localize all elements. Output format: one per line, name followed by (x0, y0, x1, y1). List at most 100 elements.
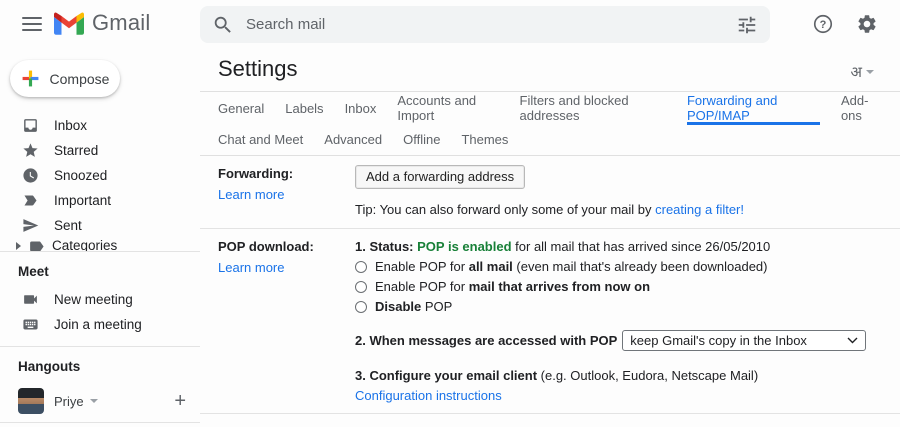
radio-icon[interactable] (355, 301, 367, 313)
search-bar[interactable] (200, 6, 770, 43)
tip-text: Tip: You can also forward only some of y… (355, 202, 655, 217)
forwarding-section: Forwarding: Learn more Add a forwarding … (200, 156, 900, 229)
settings-header: Settings अ (200, 48, 900, 92)
tab-themes[interactable]: Themes (461, 125, 508, 155)
compose-label: Compose (50, 71, 110, 87)
hangouts-user-name: Priye (54, 394, 84, 409)
pop-download-section: POP download: Learn more 1. Status: POP … (200, 229, 900, 414)
send-icon (22, 217, 39, 234)
label-icon (28, 238, 45, 251)
tab-add-ons[interactable]: Add-ons (841, 92, 882, 125)
expand-arrow-icon[interactable] (16, 242, 21, 250)
radio-enable-pop-from-now-on[interactable]: Enable POP for mail that arrives from no… (355, 279, 890, 295)
tab-forwarding-and-pop-imap[interactable]: Forwarding and POP/IMAP (687, 92, 820, 125)
input-tools-language-icon[interactable]: अ (851, 62, 874, 82)
hangouts-section-header: Hangouts (0, 347, 200, 382)
tab-advanced[interactable]: Advanced (324, 125, 382, 155)
radio-label: Enable POP for (375, 279, 469, 294)
pop-download-label: POP download: (218, 238, 355, 255)
sidebar-item-snoozed[interactable]: Snoozed (0, 163, 200, 188)
tab-inbox[interactable]: Inbox (345, 92, 377, 125)
settings-main: Settings अ General Labels Inbox Accounts… (200, 48, 900, 427)
radio-disable-pop[interactable]: Disable POP (355, 299, 890, 315)
sidebar-item-inbox[interactable]: Inbox (0, 113, 200, 138)
gmail-logo[interactable]: Gmail (54, 10, 150, 36)
pop-status-suffix: for all mail that has arrived since 26/0… (512, 239, 771, 254)
radio-label: Enable POP for (375, 259, 469, 274)
pop-status-line: 1. Status: POP is enabled for all mail t… (355, 238, 890, 255)
compose-button[interactable]: Compose (10, 60, 120, 97)
hangouts-user-row[interactable]: Priye + (0, 382, 200, 422)
gmail-settings-screen: Gmail ? Compose Inbox Starred (0, 0, 900, 427)
tab-accounts-and-import[interactable]: Accounts and Import (397, 92, 498, 125)
configuration-instructions-link[interactable]: Configuration instructions (355, 388, 502, 403)
sidebar-item-label: Categories (52, 238, 117, 251)
gmail-wordmark: Gmail (92, 10, 150, 36)
clock-icon (22, 167, 39, 184)
pop-status-prefix: 1. Status: (355, 239, 417, 254)
new-conversation-plus-icon[interactable]: + (174, 390, 186, 413)
pop-learn-more-link[interactable]: Learn more (218, 260, 284, 275)
settings-tabs-row2: Chat and Meet Advanced Offline Themes (200, 125, 900, 156)
search-icon (212, 14, 234, 36)
gmail-m-icon (54, 12, 84, 35)
sidebar-item-label: Join a meeting (54, 317, 142, 332)
configure-client-label: 3. Configure your email client (355, 368, 537, 383)
pop-status-value: POP is enabled (417, 239, 511, 254)
sidebar-item-important[interactable]: Important (0, 188, 200, 213)
chevron-down-icon (90, 399, 98, 403)
sidebar-item-starred[interactable]: Starred (0, 138, 200, 163)
search-input[interactable] (244, 15, 736, 34)
pop-when-label: 2. When messages are accessed with POP (355, 333, 617, 348)
sidebar-item-label: Snoozed (54, 168, 107, 183)
sidebar-item-sent[interactable]: Sent (0, 213, 200, 238)
imap-access-label: IMAP access: (218, 423, 355, 427)
sidebar-divider (0, 422, 200, 423)
settings-gear-icon[interactable] (856, 13, 878, 35)
forwarding-learn-more-link[interactable]: Learn more (218, 187, 284, 202)
sidebar-item-label: Sent (54, 218, 82, 233)
select-value: keep Gmail's copy in the Inbox (630, 333, 807, 348)
sidebar-item-join-meeting[interactable]: Join a meeting (0, 312, 200, 337)
language-glyph: अ (851, 62, 862, 82)
important-marker-icon (22, 192, 39, 209)
page-title: Settings (218, 56, 298, 82)
search-options-tune-icon[interactable] (736, 14, 758, 36)
chevron-down-icon (847, 337, 858, 344)
pop-action-select[interactable]: keep Gmail's copy in the Inbox (622, 330, 866, 351)
sidebar-item-new-meeting[interactable]: New meeting (0, 287, 200, 312)
top-bar: Gmail ? (0, 0, 900, 48)
meet-section-header: Meet (0, 252, 200, 287)
imap-access-section: IMAP access: (access Gmail from other cl… (200, 414, 900, 427)
sidebar-item-categories[interactable]: Categories (0, 238, 200, 251)
creating-a-filter-link[interactable]: creating a filter! (655, 202, 744, 217)
svg-text:?: ? (820, 19, 827, 31)
sidebar-item-label: New meeting (54, 292, 133, 307)
add-forwarding-address-button[interactable]: Add a forwarding address (355, 165, 525, 189)
radio-icon[interactable] (355, 281, 367, 293)
sidebar-item-label: Important (54, 193, 111, 208)
tab-labels[interactable]: Labels (285, 92, 323, 125)
sidebar-item-label: Starred (54, 143, 98, 158)
hamburger-menu-icon[interactable] (22, 14, 42, 34)
radio-enable-pop-all-mail[interactable]: Enable POP for all mail (even mail that'… (355, 259, 890, 275)
forwarding-label: Forwarding: (218, 165, 355, 182)
avatar[interactable] (18, 388, 44, 414)
keyboard-icon (22, 316, 39, 333)
tab-general[interactable]: General (218, 92, 264, 125)
radio-icon[interactable] (355, 261, 367, 273)
help-icon[interactable]: ? (812, 13, 834, 35)
sidebar-item-label: Inbox (54, 118, 87, 133)
videocam-icon (22, 291, 39, 308)
settings-tabs-row1: General Labels Inbox Accounts and Import… (200, 92, 900, 125)
inbox-icon (22, 117, 39, 134)
pop-when-row: 2. When messages are accessed with POP k… (355, 330, 890, 351)
pop-configure-line: 3. Configure your email client (e.g. Out… (355, 367, 890, 384)
forwarding-tip: Tip: You can also forward only some of y… (355, 202, 890, 218)
sidebar: Compose Inbox Starred Snoozed Important … (0, 48, 200, 427)
compose-plus-icon (21, 69, 40, 88)
tab-filters-and-blocked-addresses[interactable]: Filters and blocked addresses (520, 92, 666, 125)
tab-chat-and-meet[interactable]: Chat and Meet (218, 125, 303, 155)
tab-offline[interactable]: Offline (403, 125, 440, 155)
chevron-down-icon (866, 70, 874, 74)
